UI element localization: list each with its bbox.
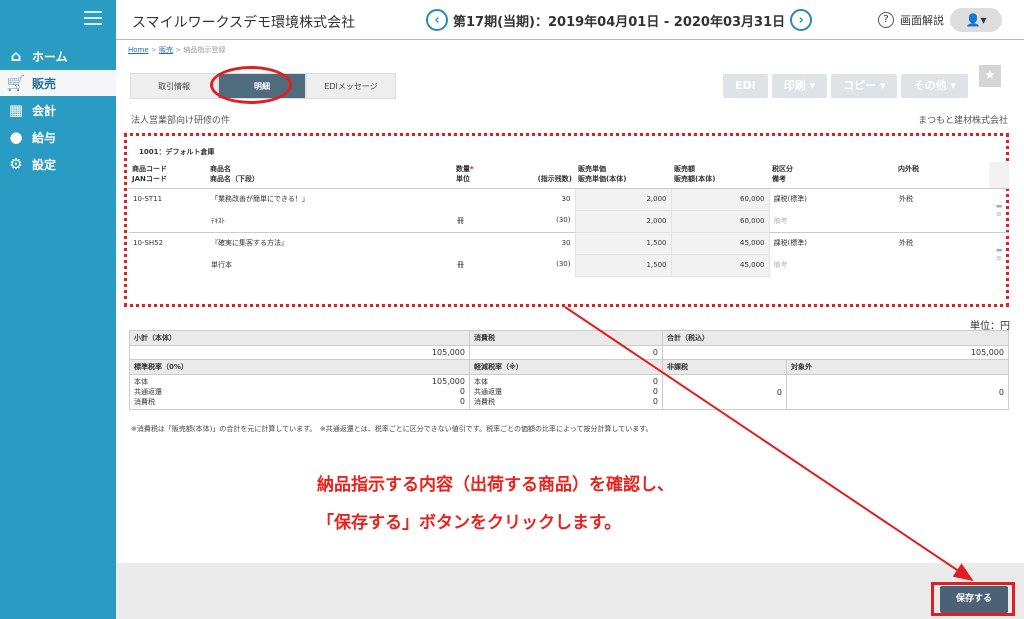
arrow-line	[564, 306, 974, 582]
arrow-annotation	[564, 306, 974, 582]
